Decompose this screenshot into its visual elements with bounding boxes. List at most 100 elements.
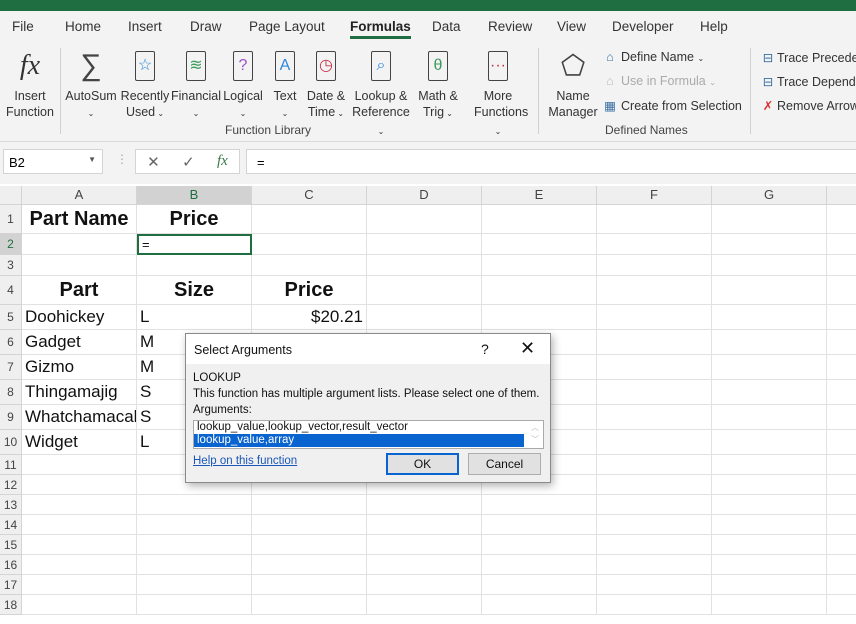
cell-C15[interactable] xyxy=(252,535,367,555)
cell-G8[interactable] xyxy=(712,380,827,405)
cell-A9[interactable]: Whatchamacallit xyxy=(22,405,137,430)
cell-C17[interactable] xyxy=(252,575,367,595)
cell-D5[interactable] xyxy=(367,305,482,330)
row-header-10[interactable]: 10 xyxy=(0,430,22,455)
cell-F16[interactable] xyxy=(597,555,712,575)
cell-F9[interactable] xyxy=(597,405,712,430)
cell-H15[interactable] xyxy=(827,535,856,555)
cell-E4[interactable] xyxy=(482,276,597,305)
cell-F7[interactable] xyxy=(597,355,712,380)
column-header-D[interactable]: D xyxy=(367,186,482,205)
row-header-7[interactable]: 7 xyxy=(0,355,22,380)
cell-B1[interactable]: Price xyxy=(137,205,252,234)
cell-F14[interactable] xyxy=(597,515,712,535)
use-in-formula-button[interactable]: ⌂ Use in Formula ⌄ xyxy=(602,74,716,88)
cell-E16[interactable] xyxy=(482,555,597,575)
cell-A4[interactable]: Part xyxy=(22,276,137,305)
row-header-9[interactable]: 9 xyxy=(0,405,22,430)
cell-H13[interactable] xyxy=(827,495,856,515)
function-button-recently[interactable]: ☆ Recently Used ⌄ xyxy=(120,48,170,122)
cell-H14[interactable] xyxy=(827,515,856,535)
cell-E2[interactable] xyxy=(482,234,597,255)
function-button-more[interactable]: ··· More Functions ⌄ xyxy=(474,48,528,140)
cell-B17[interactable] xyxy=(137,575,252,595)
row-header-2[interactable]: 2 xyxy=(0,234,22,255)
cell-C4[interactable]: Price xyxy=(252,276,367,305)
cell-F8[interactable] xyxy=(597,380,712,405)
cell-H2[interactable] xyxy=(827,234,856,255)
trace-dependents-button[interactable]: ⊟ Trace Depende xyxy=(760,74,856,89)
cell-D2[interactable] xyxy=(367,234,482,255)
cancel-button[interactable]: Cancel xyxy=(468,453,541,475)
function-button-lookup[interactable]: ⌕ Lookup & Reference ⌄ xyxy=(350,48,412,140)
function-button-autosum[interactable]: ∑ AutoSum ⌄ xyxy=(64,48,118,122)
row-header-1[interactable]: 1 xyxy=(0,205,22,234)
function-button-text[interactable]: A Text ⌄ xyxy=(270,48,300,122)
cell-D13[interactable] xyxy=(367,495,482,515)
define-name-button[interactable]: ⌂ Define Name ⌄ xyxy=(602,50,704,64)
close-icon[interactable]: ✕ xyxy=(520,338,535,359)
tab-home[interactable]: Home xyxy=(65,19,101,34)
cell-E5[interactable] xyxy=(482,305,597,330)
cell-G18[interactable] xyxy=(712,595,827,615)
cell-G12[interactable] xyxy=(712,475,827,495)
cell-B16[interactable] xyxy=(137,555,252,575)
tab-insert[interactable]: Insert xyxy=(128,19,162,34)
cell-B13[interactable] xyxy=(137,495,252,515)
cell-E17[interactable] xyxy=(482,575,597,595)
cell-F13[interactable] xyxy=(597,495,712,515)
cell-D18[interactable] xyxy=(367,595,482,615)
cell-A14[interactable] xyxy=(22,515,137,535)
cell-G10[interactable] xyxy=(712,430,827,455)
cell-F6[interactable] xyxy=(597,330,712,355)
cell-H16[interactable] xyxy=(827,555,856,575)
cell-B14[interactable] xyxy=(137,515,252,535)
cell-F10[interactable] xyxy=(597,430,712,455)
cell-G3[interactable] xyxy=(712,255,827,276)
cell-C18[interactable] xyxy=(252,595,367,615)
cell-C14[interactable] xyxy=(252,515,367,535)
tab-file[interactable]: File xyxy=(12,19,34,34)
cell-A11[interactable] xyxy=(22,455,137,475)
row-header-8[interactable]: 8 xyxy=(0,380,22,405)
cell-G5[interactable] xyxy=(712,305,827,330)
row-header-17[interactable]: 17 xyxy=(0,575,22,595)
cell-B18[interactable] xyxy=(137,595,252,615)
cell-F11[interactable] xyxy=(597,455,712,475)
cell-B15[interactable] xyxy=(137,535,252,555)
cell-A8[interactable]: Thingamajig xyxy=(22,380,137,405)
cell-E14[interactable] xyxy=(482,515,597,535)
remove-arrows-button[interactable]: ✗ Remove Arrow xyxy=(760,98,856,113)
cell-C2[interactable] xyxy=(252,234,367,255)
cell-F3[interactable] xyxy=(597,255,712,276)
cell-A3[interactable] xyxy=(22,255,137,276)
function-button-logical[interactable]: ? Logical ⌄ xyxy=(222,48,264,122)
cell-G4[interactable] xyxy=(712,276,827,305)
cell-H1[interactable] xyxy=(827,205,856,234)
insert-function-button[interactable]: fx Insert Function xyxy=(4,48,56,120)
cell-B5[interactable]: L xyxy=(137,305,252,330)
cell-H17[interactable] xyxy=(827,575,856,595)
cell-A5[interactable]: Doohickey xyxy=(22,305,137,330)
cell-H8[interactable] xyxy=(827,380,856,405)
tab-page-layout[interactable]: Page Layout xyxy=(249,19,325,34)
cell-A6[interactable]: Gadget xyxy=(22,330,137,355)
cell-H4[interactable] xyxy=(827,276,856,305)
cell-H7[interactable] xyxy=(827,355,856,380)
row-header-16[interactable]: 16 xyxy=(0,555,22,575)
drag-handle-icon[interactable]: ⋮ xyxy=(116,152,128,166)
cell-D4[interactable] xyxy=(367,276,482,305)
cell-A7[interactable]: Gizmo xyxy=(22,355,137,380)
row-header-14[interactable]: 14 xyxy=(0,515,22,535)
arguments-listbox[interactable]: lookup_value,lookup_vector,result_vector… xyxy=(193,420,544,449)
cell-C3[interactable] xyxy=(252,255,367,276)
cell-D15[interactable] xyxy=(367,535,482,555)
cell-D1[interactable] xyxy=(367,205,482,234)
tab-draw[interactable]: Draw xyxy=(190,19,222,34)
argument-option-selected[interactable]: lookup_value,array xyxy=(194,434,524,447)
column-header-H[interactable] xyxy=(827,186,856,205)
cell-H6[interactable] xyxy=(827,330,856,355)
cell-E18[interactable] xyxy=(482,595,597,615)
cell-F4[interactable] xyxy=(597,276,712,305)
cell-H18[interactable] xyxy=(827,595,856,615)
